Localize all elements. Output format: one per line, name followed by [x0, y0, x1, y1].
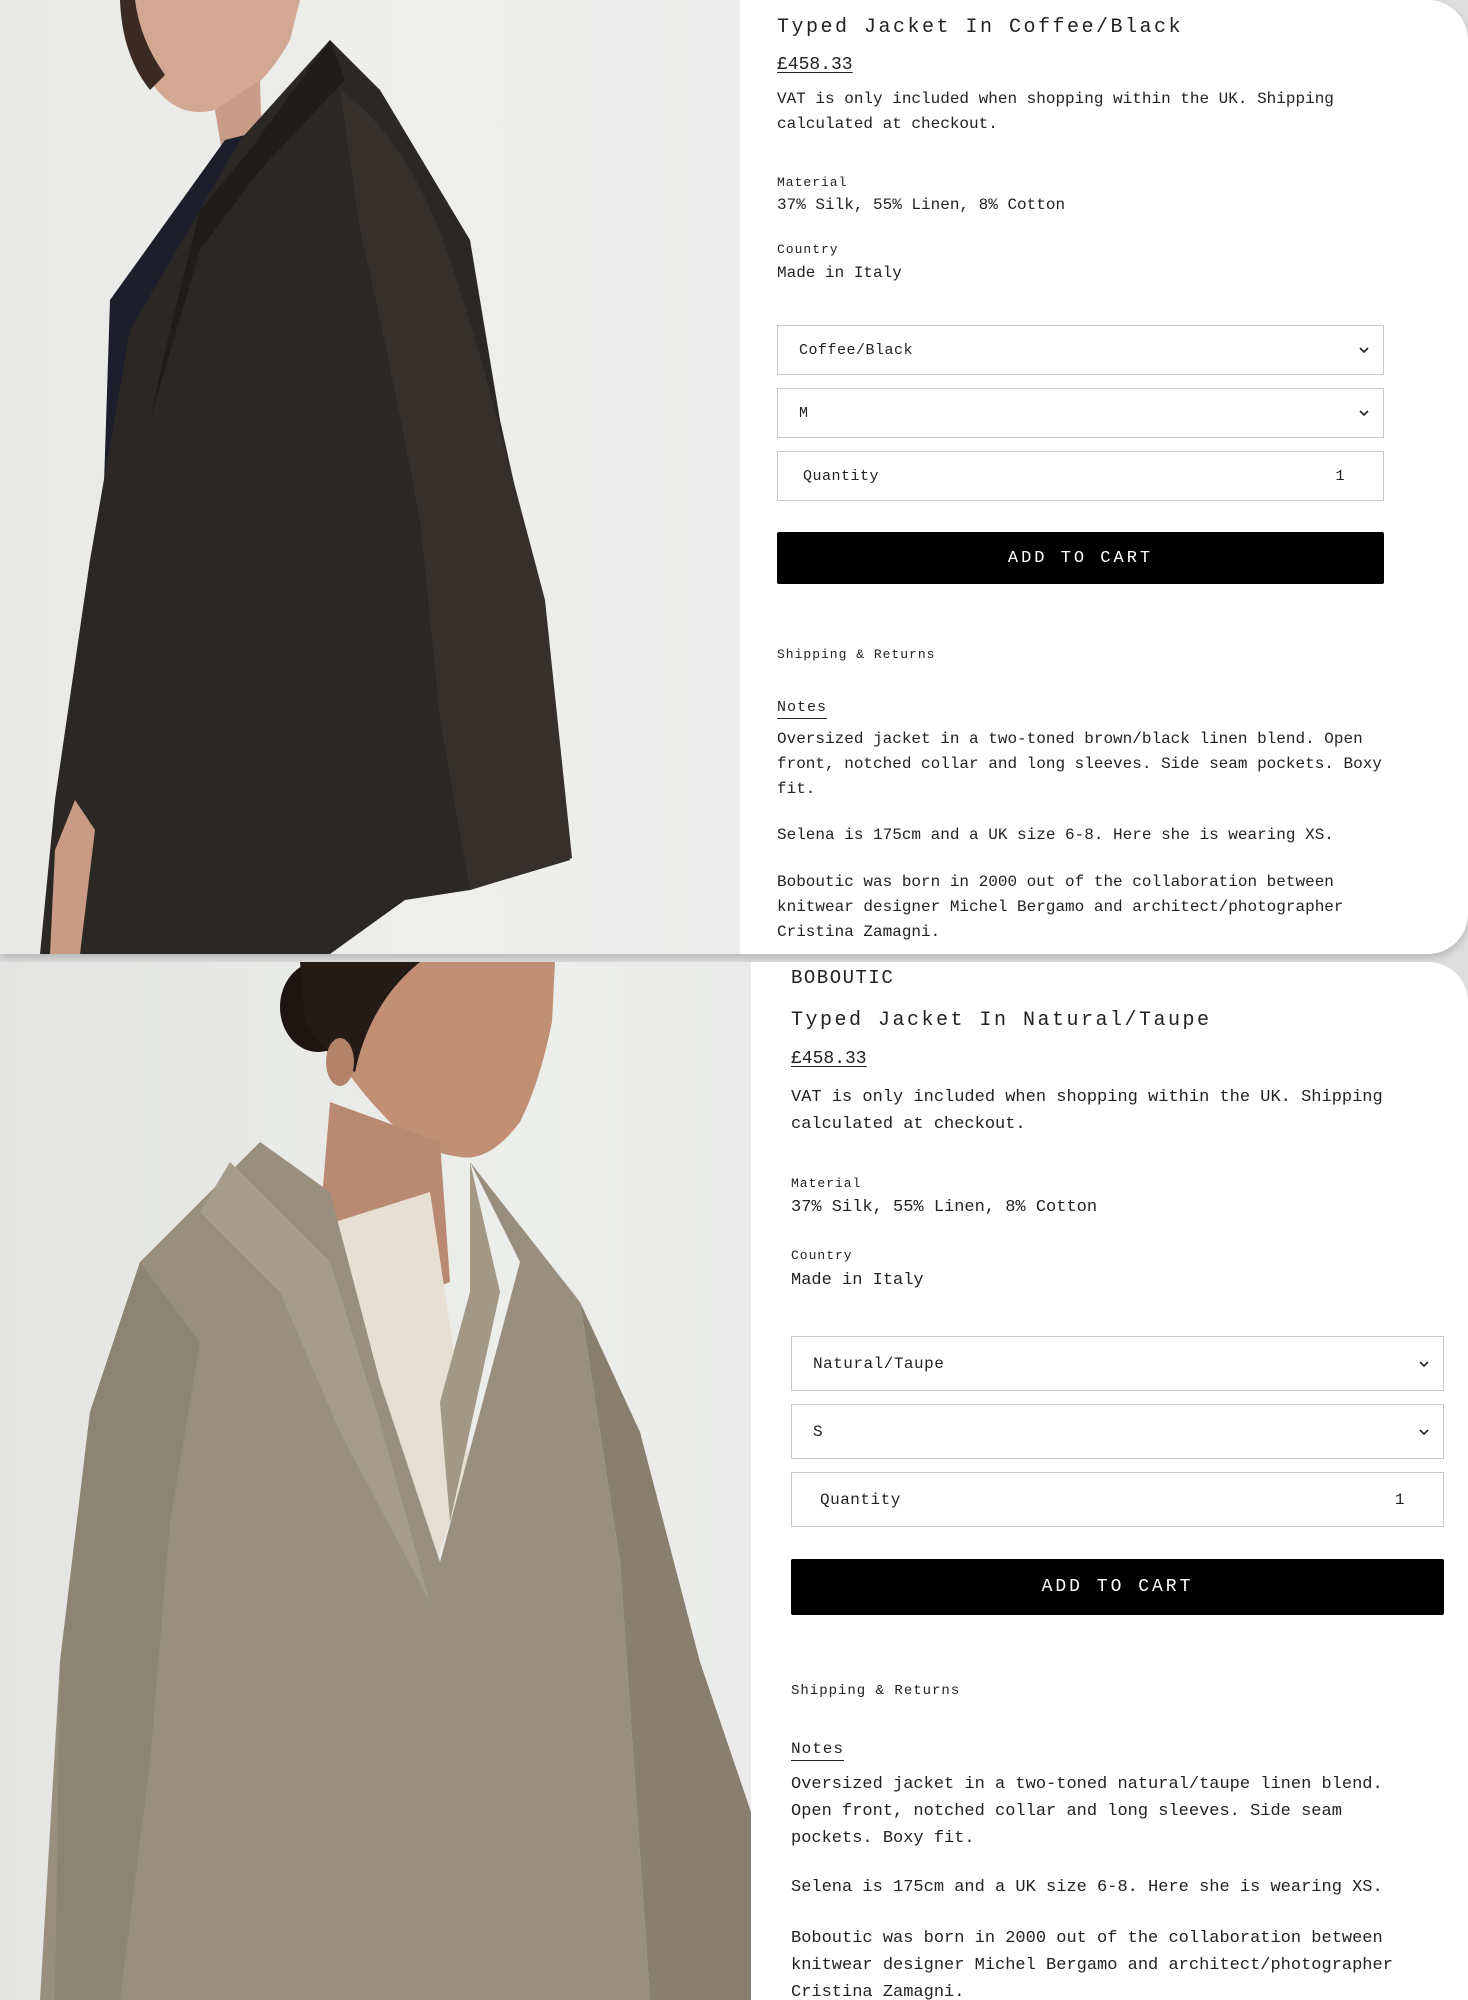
country-value: Made in Italy: [777, 264, 902, 282]
add-to-cart-button[interactable]: ADD TO CART: [777, 532, 1384, 584]
product-price: £458.33: [777, 55, 853, 75]
notes-paragraph-model-size: Selena is 175cm and a UK size 6-8. Here …: [777, 826, 1334, 844]
add-to-cart-button[interactable]: ADD TO CART: [791, 1559, 1444, 1615]
size-select-value: M: [799, 404, 809, 422]
product-info-natural-taupe: BOBOUTIC Typed Jacket In Natural/Taupe £…: [791, 962, 1451, 2000]
product-price: £458.33: [791, 1049, 867, 1069]
product-card-coffee-black: Typed Jacket In Coffee/Black £458.33 VAT…: [0, 0, 1468, 954]
color-select-value: Natural/Taupe: [813, 1354, 945, 1373]
shipping-returns-link[interactable]: Shipping & Returns: [791, 1683, 960, 1699]
notes-paragraph-brand: Boboutic was born in 2000 out of the col…: [777, 873, 1344, 941]
notes-paragraph-description: Oversized jacket in a two-toned brown/bl…: [777, 730, 1382, 798]
quantity-value[interactable]: 1: [1395, 1491, 1405, 1509]
notes-paragraph-model-size: Selena is 175cm and a UK size 6-8. Here …: [791, 1878, 1383, 1897]
vat-note: VAT is only included when shopping withi…: [777, 90, 1334, 133]
chevron-down-icon: [1419, 1360, 1429, 1367]
product-info-coffee-black: Typed Jacket In Coffee/Black £458.33 VAT…: [777, 0, 1417, 954]
tab-notes[interactable]: Notes: [777, 699, 828, 719]
material-value: 37% Silk, 55% Linen, 8% Cotton: [777, 196, 1066, 214]
chevron-down-icon: [1419, 1428, 1429, 1435]
quantity-label: Quantity: [820, 1490, 901, 1509]
product-title: Typed Jacket In Natural/Taupe: [791, 1009, 1212, 1032]
color-select[interactable]: Coffee/Black: [777, 325, 1384, 375]
country-label: Country: [777, 242, 839, 257]
material-label: Material: [791, 1176, 862, 1191]
country-value: Made in Italy: [791, 1271, 924, 1290]
product-card-natural-taupe: BOBOUTIC Typed Jacket In Natural/Taupe £…: [0, 962, 1468, 2000]
quantity-label: Quantity: [803, 467, 880, 485]
product-photo-coffee-black[interactable]: [0, 0, 740, 954]
country-label: Country: [791, 1248, 853, 1263]
quantity-value[interactable]: 1: [1335, 468, 1345, 485]
product-title: Typed Jacket In Coffee/Black: [777, 16, 1184, 39]
size-select-value: S: [813, 1422, 824, 1441]
chevron-down-icon: [1359, 347, 1369, 354]
product-photo-natural-taupe[interactable]: [0, 962, 751, 2000]
size-select[interactable]: M: [777, 388, 1384, 438]
model-photo-taupe-jacket: [40, 962, 751, 2000]
quantity-field[interactable]: Quantity 1: [791, 1472, 1444, 1527]
chevron-down-icon: [1359, 410, 1369, 417]
material-value: 37% Silk, 55% Linen, 8% Cotton: [791, 1198, 1098, 1217]
size-select[interactable]: S: [791, 1404, 1444, 1459]
notes-paragraph-description: Oversized jacket in a two-toned natural/…: [791, 1775, 1383, 1848]
vendor-name[interactable]: BOBOUTIC: [791, 967, 894, 989]
model-photo-dark-jacket: [40, 0, 572, 954]
shipping-returns-link[interactable]: Shipping & Returns: [777, 647, 935, 662]
notes-paragraph-brand: Boboutic was born in 2000 out of the col…: [791, 1929, 1393, 2000]
material-label: Material: [777, 175, 848, 190]
quantity-field[interactable]: Quantity 1: [777, 451, 1384, 501]
vat-note: VAT is only included when shopping withi…: [791, 1088, 1383, 1134]
color-select[interactable]: Natural/Taupe: [791, 1336, 1444, 1391]
color-select-value: Coffee/Black: [799, 341, 914, 359]
tab-notes[interactable]: Notes: [791, 1740, 845, 1761]
